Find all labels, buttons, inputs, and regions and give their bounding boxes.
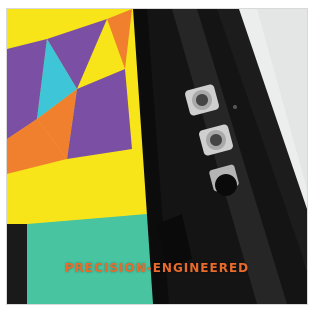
product-image-card: PRECISION-ENGINEERED — [0, 0, 313, 313]
caption-text: PRECISION-ENGINEERED — [64, 261, 250, 275]
image-frame: PRECISION-ENGINEERED — [6, 8, 308, 305]
geometric-panel — [7, 9, 157, 304]
indicator-dot — [233, 105, 237, 109]
product-photo — [7, 9, 307, 304]
panel-green — [27, 214, 157, 304]
